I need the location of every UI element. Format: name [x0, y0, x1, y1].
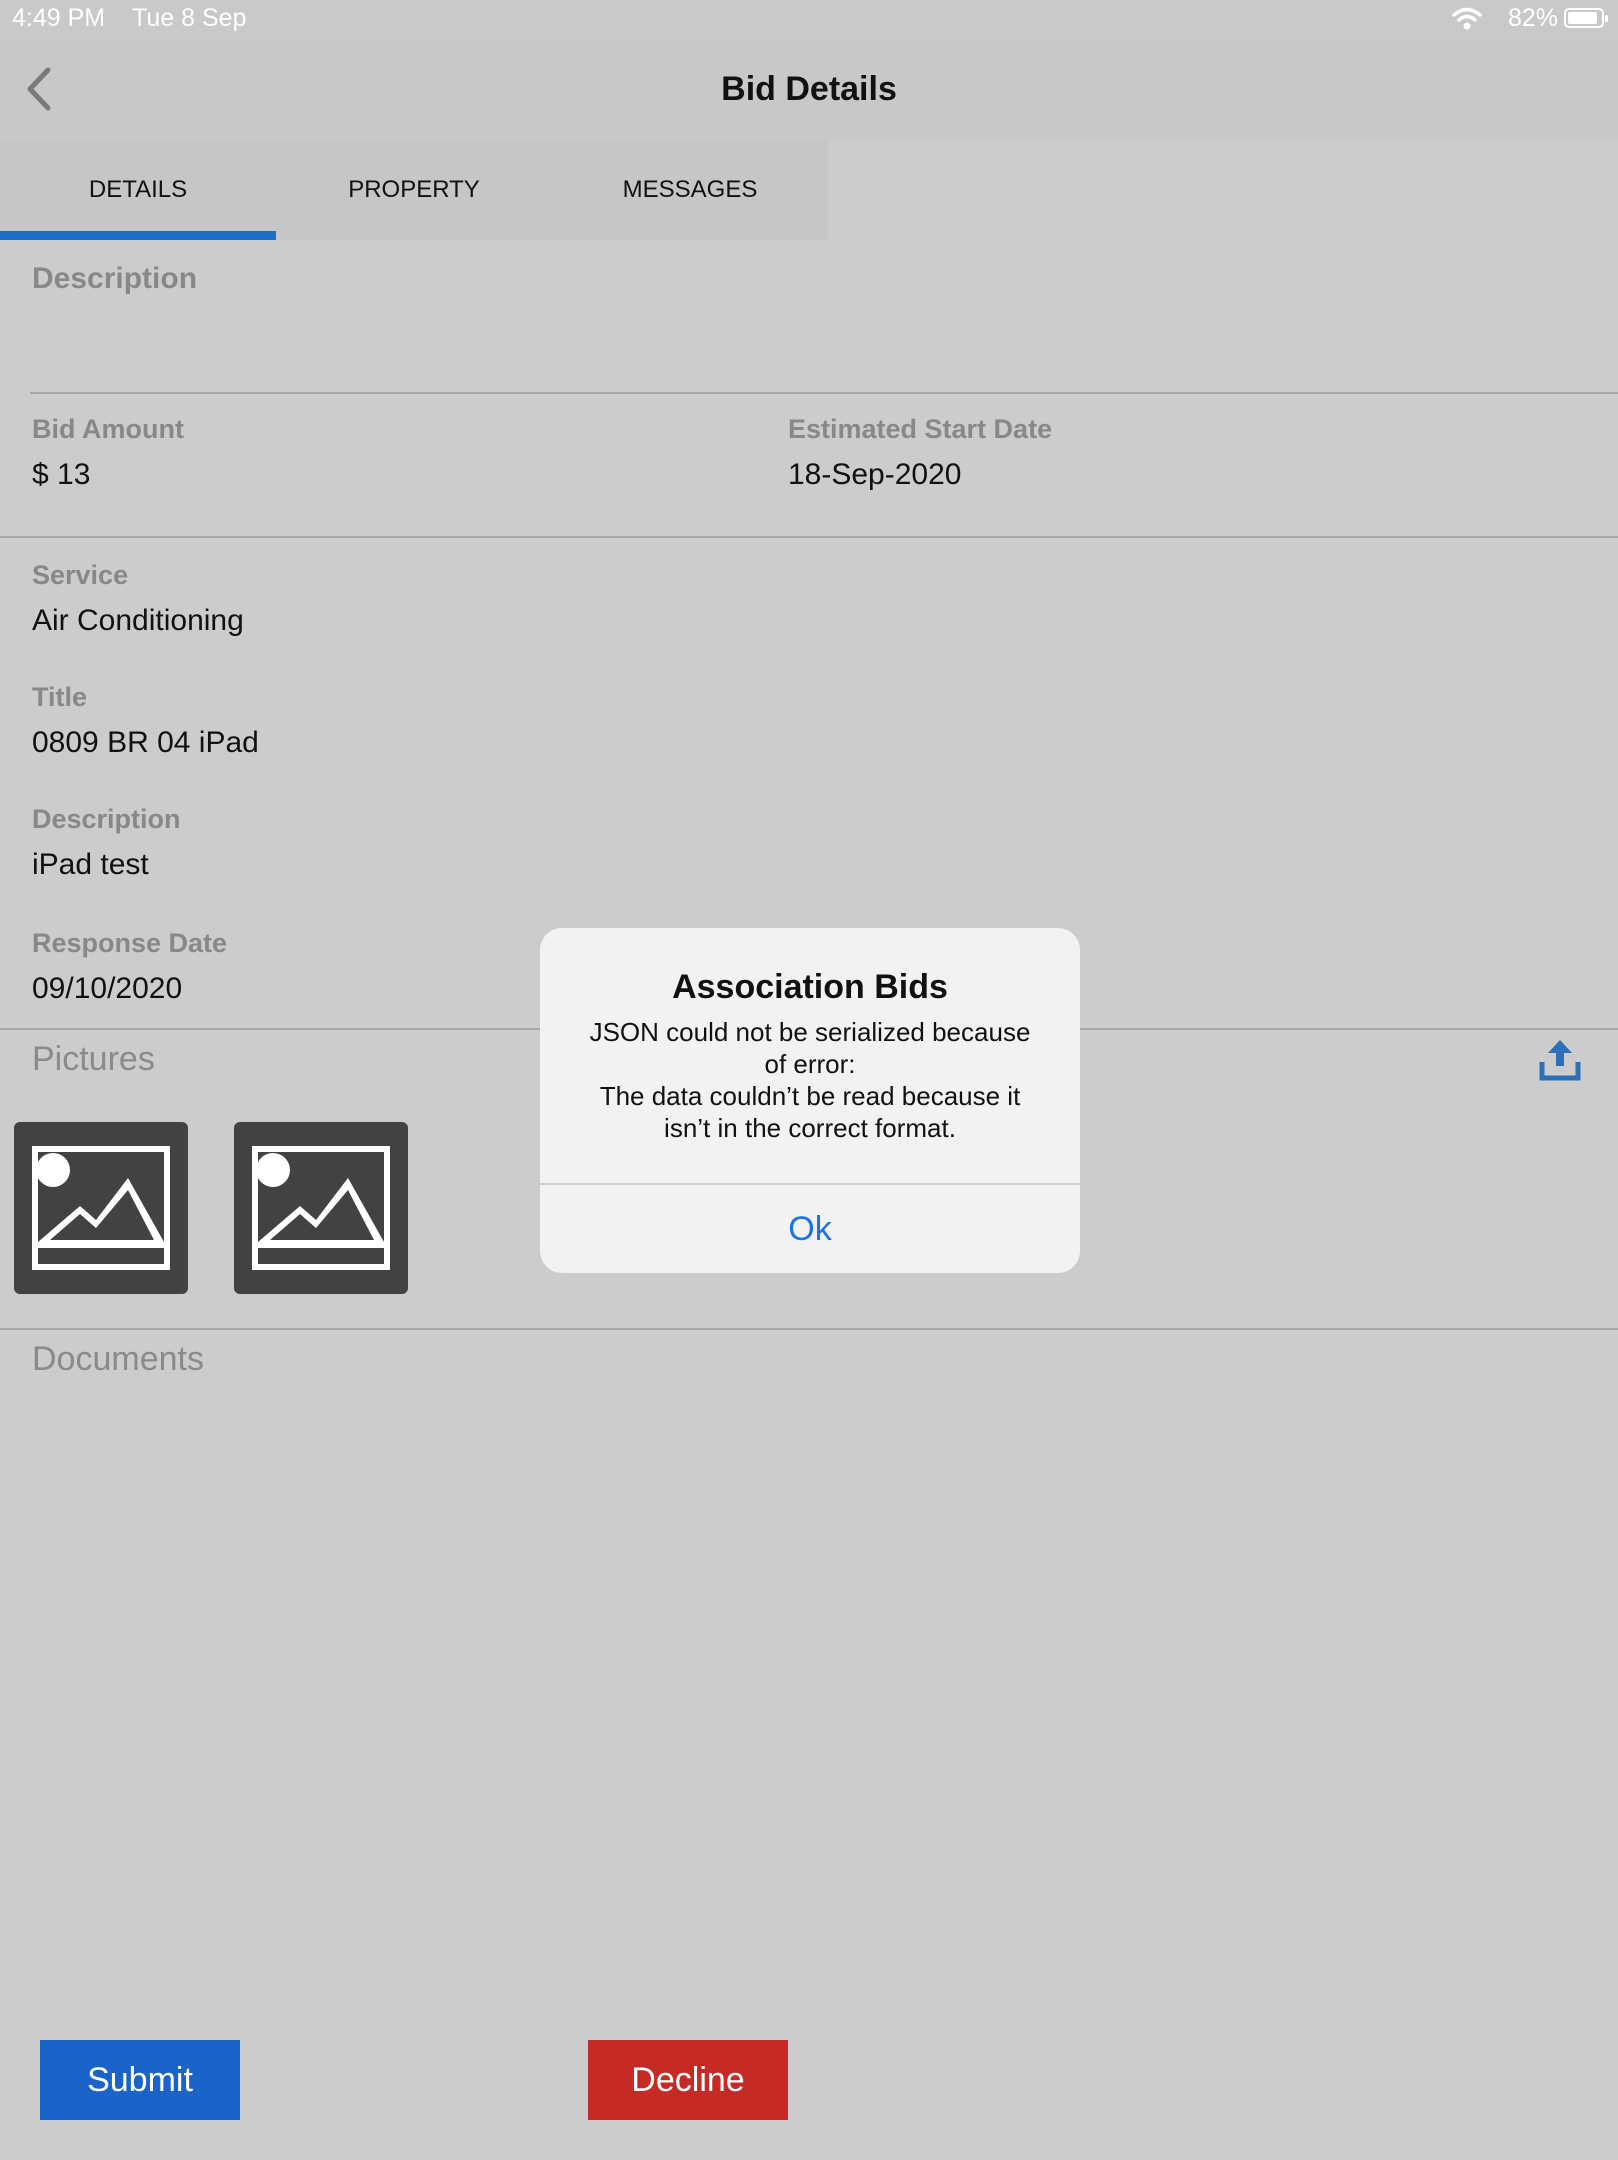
description-field-label: Description: [32, 804, 181, 834]
battery-icon: [1564, 8, 1608, 28]
bid-amount-value: $ 13: [32, 458, 91, 491]
description-field-value: iPad test: [32, 848, 149, 881]
divider: [0, 536, 1618, 538]
alert-message-line: The data couldn’t be read because it: [599, 1081, 1021, 1111]
tab-details[interactable]: DETAILS: [0, 140, 276, 240]
title-value: 0809 BR 04 iPad: [32, 726, 259, 759]
page-title: Bid Details: [721, 70, 897, 108]
status-bar: 4:49 PM Tue 8 Sep 82%: [0, 0, 1618, 40]
start-date-label: Estimated Start Date: [788, 414, 1053, 444]
documents-title: Documents: [32, 1340, 204, 1378]
image-placeholder-icon: [252, 1146, 390, 1270]
alert-dialog: Association Bids JSON could not be seria…: [540, 928, 1080, 1273]
submit-button[interactable]: Submit: [40, 2040, 240, 2120]
title-label: Title: [32, 682, 88, 712]
alert-message-line: JSON could not be serialized because: [589, 1017, 1031, 1047]
pictures-title: Pictures: [32, 1040, 155, 1078]
bid-amount-label: Bid Amount: [32, 414, 184, 444]
tab-messages[interactable]: MESSAGES: [552, 140, 828, 240]
description-label: Description: [32, 262, 198, 295]
alert-title: Association Bids: [672, 968, 948, 1006]
tab-property[interactable]: PROPERTY: [276, 140, 552, 240]
divider: [0, 1328, 1618, 1330]
divider: [30, 392, 1618, 394]
alert-message-line: isn’t in the correct format.: [664, 1113, 956, 1143]
battery-percent: 82%: [1507, 4, 1558, 32]
service-label: Service: [32, 560, 129, 590]
picture-thumbnail[interactable]: [14, 1122, 188, 1294]
response-date-label: Response Date: [32, 928, 228, 958]
start-date-value: 18-Sep-2020: [788, 458, 962, 491]
alert-message: JSON could not be serialized because of …: [570, 1016, 1050, 1144]
alert-message-line: of error:: [764, 1049, 856, 1079]
wifi-icon: [1452, 7, 1482, 30]
status-date: Tue 8 Sep: [132, 4, 247, 32]
image-placeholder-icon: [32, 1146, 170, 1270]
decline-button[interactable]: Decline: [588, 2040, 788, 2120]
picture-thumbnail[interactable]: [234, 1122, 408, 1294]
response-date-value: 09/10/2020: [32, 972, 183, 1005]
navigation-bar: Bid Details: [0, 40, 1618, 140]
service-value: Air Conditioning: [32, 604, 244, 637]
alert-ok-button[interactable]: Ok: [540, 1185, 1080, 1273]
upload-icon[interactable]: [1538, 1036, 1582, 1082]
status-time: 4:49 PM: [12, 4, 106, 32]
tab-bar: DETAILS PROPERTY MESSAGES: [0, 140, 828, 240]
